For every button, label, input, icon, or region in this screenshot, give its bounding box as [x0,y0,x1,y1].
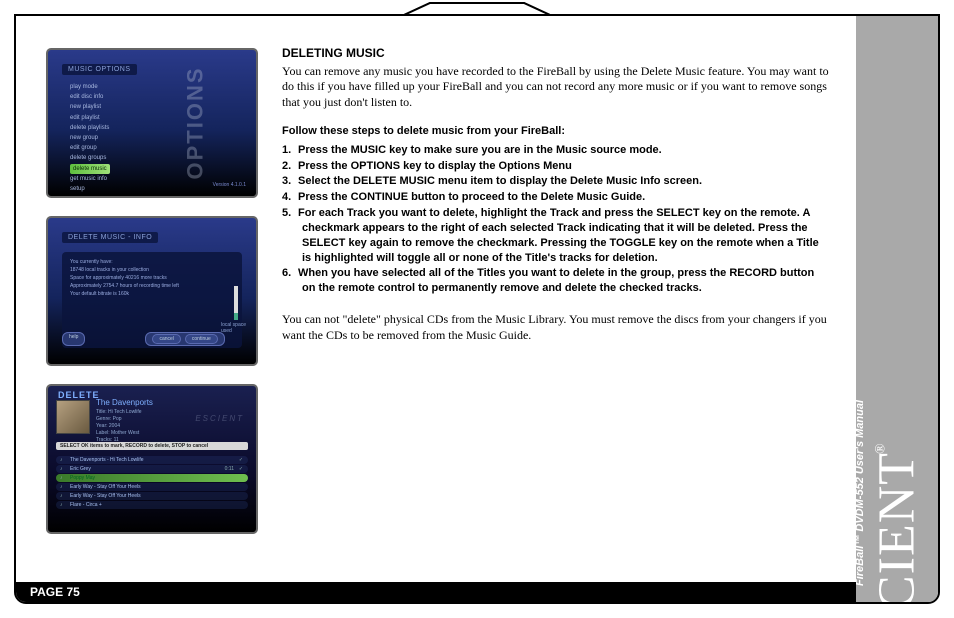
cancel-button: cancel [152,334,180,344]
options-vertical-label: OPTIONS [182,66,208,179]
steps-list: 1. Press the MUSIC key to make sure you … [282,143,830,296]
delete-meta: Title: Hi Tech Lowlife Genre: Pop Year: … [96,409,153,444]
page-frame: MUSIC OPTIONS OPTIONS play mode edit dis… [14,14,940,604]
screenshot-delete-info: DELETE MUSIC - INFO You currently have: … [46,216,258,366]
manual-subtitle: FireBall™ DVDM-552 User's Manual [856,400,866,586]
album-cover-icon [56,400,90,434]
screenshot-music-options: MUSIC OPTIONS OPTIONS play mode edit dis… [46,48,258,198]
help-button: help [62,332,85,346]
escient-mini-logo: ESCIENT [195,414,244,423]
options-menu-list: play mode edit disc info new playlist ed… [70,82,110,194]
track-row: ♪Early Way - Stay Off Your Heels [56,492,248,500]
intro-paragraph: You can remove any music you have record… [282,64,830,111]
brand-sidebar: FireBall™ DVDM-552 User's Manual ESCIENT… [856,16,938,602]
delete-artist: The Davenports [96,398,153,407]
track-row: ♪Flare - Circa + [56,501,248,509]
screenshot-column: MUSIC OPTIONS OPTIONS play mode edit dis… [46,44,260,570]
content-area: MUSIC OPTIONS OPTIONS play mode edit dis… [16,16,856,602]
step-item: 3. Select the DELETE MUSIC menu item to … [282,174,830,189]
track-row: ♪The Davenports - Hi Tech Lowlife✓ [56,456,248,464]
step-item: 5. For each Track you want to delete, hi… [282,206,830,265]
track-row: ♪Early Way - Stay Off Your Heels [56,483,248,491]
escient-logo: ESCIENT® [868,440,927,602]
delete-hint-bar: SELECT OK items to mark, RECORD to delet… [56,442,248,450]
screenshot-delete-guide: DELETE The Davenports Title: Hi Tech Low… [46,384,258,534]
steps-lead: Follow these steps to delete music from … [282,124,830,138]
delete-info-buttons: help cancel continue [62,332,225,346]
step-item: 6. When you have selected all of the Tit… [282,266,830,296]
outro-paragraph: You can not "delete" physical CDs from t… [282,312,830,343]
capacity-bar-icon [234,286,238,320]
delete-track-list: ♪The Davenports - Hi Tech Lowlife✓♪Eric … [56,456,248,524]
track-row: ♪Poppy May [56,474,248,482]
options-version: Version 4.1.0.1 [213,182,246,188]
step-item: 4. Press the CONTINUE button to proceed … [282,190,830,205]
registered-icon: ® [874,442,889,454]
options-header: MUSIC OPTIONS [62,64,137,75]
section-heading: DELETING MUSIC [282,46,830,62]
step-item: 2. Press the OPTIONS key to display the … [282,159,830,174]
options-highlighted-item: delete music [70,164,110,174]
continue-button: continue [185,334,218,344]
page-number: PAGE 75 [30,585,80,599]
text-column: DELETING MUSIC You can remove any music … [282,44,834,570]
delete-info-header: DELETE MUSIC - INFO [62,232,158,243]
step-item: 1. Press the MUSIC key to make sure you … [282,143,830,158]
page-number-bar: PAGE 75 [16,582,856,602]
track-row: ♪Eric Grey0:11✓ [56,465,248,473]
